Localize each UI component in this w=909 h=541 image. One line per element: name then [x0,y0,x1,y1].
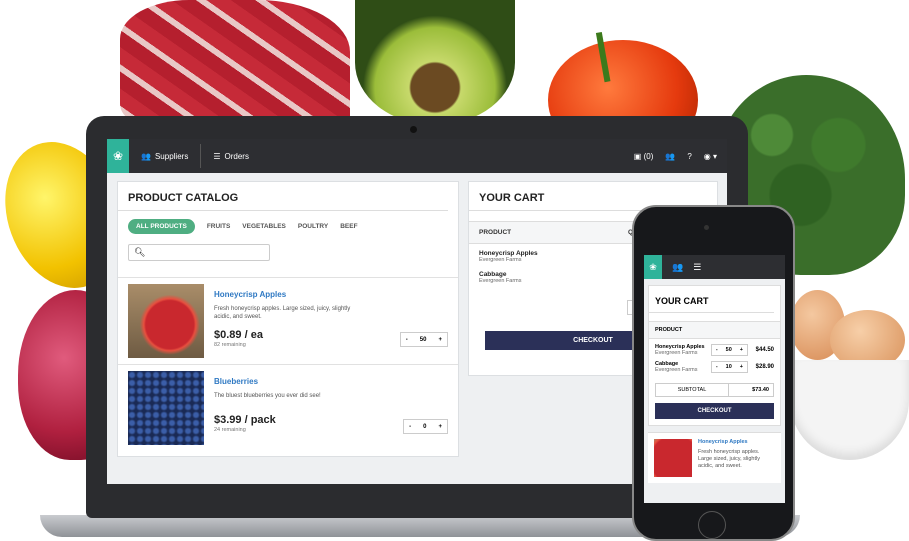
laptop-camera [410,126,417,133]
users-icon[interactable]: 👥 [672,262,683,273]
filter-tabs: ALL PRODUCTS FRUITS VEGETABLES POULTRY B… [118,211,458,242]
cart-item-farm: Evergreen Farms [655,350,698,356]
increment-button[interactable]: + [736,364,747,370]
phone: ❀ 👥 ☰ YOUR CART PRODUCT Honeycrisp Apple… [632,205,795,541]
product-name[interactable]: Honeycrisp Apples [698,439,775,446]
top-navbar: ❀ 👥 Suppliers ☰ Orders ▣ (0) 👥 ? ◉ ▾ [107,139,727,173]
home-button[interactable] [698,511,726,539]
quantity-value[interactable]: 0 [416,424,433,430]
quantity-stepper: - 50 + [399,332,448,347]
phone-screen: ❀ 👥 ☰ YOUR CART PRODUCT Honeycrisp Apple… [644,255,785,503]
product-price: $3.99 / pack [214,414,276,427]
chat-icon: ▣ [633,151,642,161]
quantity-stepper: -10 + [710,361,748,373]
cart-item-name: Cabbage [479,271,507,278]
decrement-button[interactable]: - [712,364,722,370]
cart-item-farm: Evergreen Farms [655,367,698,373]
product-price: $0.89 / ea [214,329,263,342]
nav-orders[interactable]: ☰ Orders [201,139,261,173]
meat-image [120,0,350,130]
filter-vegetables[interactable]: VEGETABLES [242,223,286,230]
messages-button[interactable]: ▣ (0) [634,152,654,161]
decrement-button[interactable]: - [712,347,722,353]
mobile-navbar: ❀ 👥 ☰ [644,255,785,279]
catalog-title: PRODUCT CATALOG [118,182,448,211]
subtotal-value: $73.40 [752,387,769,393]
decrement-button[interactable]: - [401,337,413,343]
cart-item-amount: $44.50 [755,347,774,353]
product-remaining: 82 remaining [214,342,246,349]
nav-orders-label: Orders [224,151,249,161]
filter-fruits[interactable]: FRUITS [207,223,230,230]
marketing-scene: ❀ 👥 Suppliers ☰ Orders ▣ (0) 👥 ? ◉ ▾ PRODU… [0,0,909,541]
quantity-stepper: -50 + [710,344,748,356]
leaf-logo-icon[interactable]: ❀ [107,139,129,173]
product-row: Blueberries The bluest blueberries you e… [118,364,458,451]
mobile-col-product: PRODUCT [649,321,780,339]
list-icon[interactable]: ☰ [693,262,701,273]
search-input[interactable]: 🔍︎ [128,244,270,261]
product-remaining: 24 remaining [214,427,246,434]
mobile-cart-title: YOUR CART [649,286,774,313]
product-row: Honeycrisp Apples Fresh honeycrisp apple… [118,277,458,364]
cart-item-amount: $28.90 [755,364,774,370]
increment-button[interactable]: + [433,337,447,343]
checkout-button[interactable]: CHECKOUT [655,403,774,419]
filter-beef[interactable]: BEEF [340,223,357,230]
decrement-button[interactable]: - [404,424,416,430]
subtotal-row: SUBTOTAL $73.40 [655,383,774,397]
leaf-logo-icon[interactable]: ❀ [644,255,662,279]
product-description: Fresh honeycrisp apples. Large sized, ju… [698,449,760,470]
product-description: The bluest blueberries you ever did see! [214,393,321,399]
col-product: PRODUCT [479,229,512,236]
navbar-actions: ▣ (0) 👥 ? ◉ ▾ [634,152,727,161]
product-image-apples [654,439,692,477]
quantity-value[interactable]: 10 [722,364,736,370]
filter-poultry[interactable]: POULTRY [298,223,328,230]
increment-button[interactable]: + [736,347,747,353]
mobile-product-row: Honeycrisp Apples Fresh honeycrisp apple… [648,432,781,483]
quantity-stepper: - 0 + [403,419,448,434]
product-catalog-panel: PRODUCT CATALOG ALL PRODUCTS FRUITS VEGE… [117,181,459,457]
list-icon: ☰ [213,151,221,161]
phone-camera [704,225,709,230]
quantity-value[interactable]: 50 [722,347,736,353]
product-name[interactable]: Blueberries [214,377,354,386]
product-image-apples [128,284,204,358]
users-icon: 👥 [141,151,151,161]
product-image-blueberries [128,371,204,445]
mobile-cart-item: Cabbage Evergreen Farms -10 + $28.90 [649,356,780,373]
help-icon[interactable]: ? [687,152,691,161]
mobile-cart-item: Honeycrisp Apples Evergreen Farms -50 + $4… [649,339,780,356]
quantity-value[interactable]: 50 [413,337,434,343]
user-circle-icon[interactable]: ◉ ▾ [704,152,717,161]
subtotal-label: SUBTOTAL [656,384,729,396]
avocado-image [355,0,515,125]
search-icon: 🔍︎ [134,247,146,257]
bowl-image [790,360,909,460]
users-icon[interactable]: 👥 [665,152,675,161]
increment-button[interactable]: + [433,424,447,430]
product-name[interactable]: Honeycrisp Apples [214,290,354,299]
cart-item-name: Honeycrisp Apples [479,250,538,257]
nav-suppliers-label: Suppliers [154,151,189,161]
messages-count: (0) [643,151,654,161]
mobile-cart-panel: YOUR CART PRODUCT Honeycrisp Apples Everg… [648,285,781,426]
product-description: Fresh honeycrisp apples. Large sized, ju… [214,306,351,321]
nav-suppliers[interactable]: 👥 Suppliers [129,139,200,173]
filter-all-products[interactable]: ALL PRODUCTS [128,219,195,234]
